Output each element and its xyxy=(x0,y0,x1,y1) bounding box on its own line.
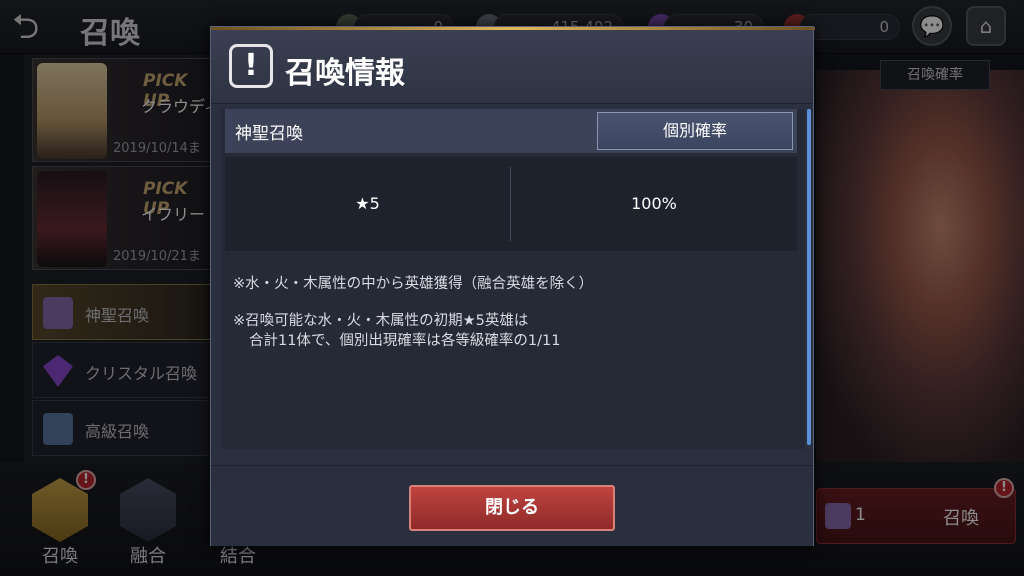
scrollbar-thumb[interactable] xyxy=(807,109,811,445)
scrollbar[interactable] xyxy=(807,109,811,445)
note-attribute: ※水・火・木属性の中から英雄獲得（融合英雄を除く） xyxy=(233,276,594,292)
dialog-title: 召喚情報 xyxy=(285,56,405,91)
rate-cell: 100% xyxy=(631,194,677,213)
rarity-cell: ★5 xyxy=(355,194,380,213)
category-header: 神聖召喚 個別確率 xyxy=(225,109,797,153)
rate-table: ★5 100% xyxy=(225,157,797,251)
note-summonable-line2: 合計11体で、個別出現確率は各等級確率の1/11 xyxy=(249,333,561,349)
dialog-body: 神聖召喚 個別確率 ★5 100% ※水・火・木属性の中から英雄獲得（融合英雄を… xyxy=(221,109,811,449)
alert-icon: ! xyxy=(229,44,273,88)
summon-info-dialog: ! 召喚情報 神聖召喚 個別確率 ★5 100% ※水・火・木属性の中から英雄獲… xyxy=(210,26,815,546)
category-label: 神聖召喚 xyxy=(235,124,303,144)
dialog-footer: 閉じる xyxy=(211,465,813,546)
dialog-header: ! 召喚情報 xyxy=(211,30,813,104)
close-button[interactable]: 閉じる xyxy=(409,485,615,531)
tab-individual-rate[interactable]: 個別確率 xyxy=(597,112,793,150)
note-summonable-line1: ※召喚可能な水・火・木属性の初期★5英雄は xyxy=(233,313,529,329)
